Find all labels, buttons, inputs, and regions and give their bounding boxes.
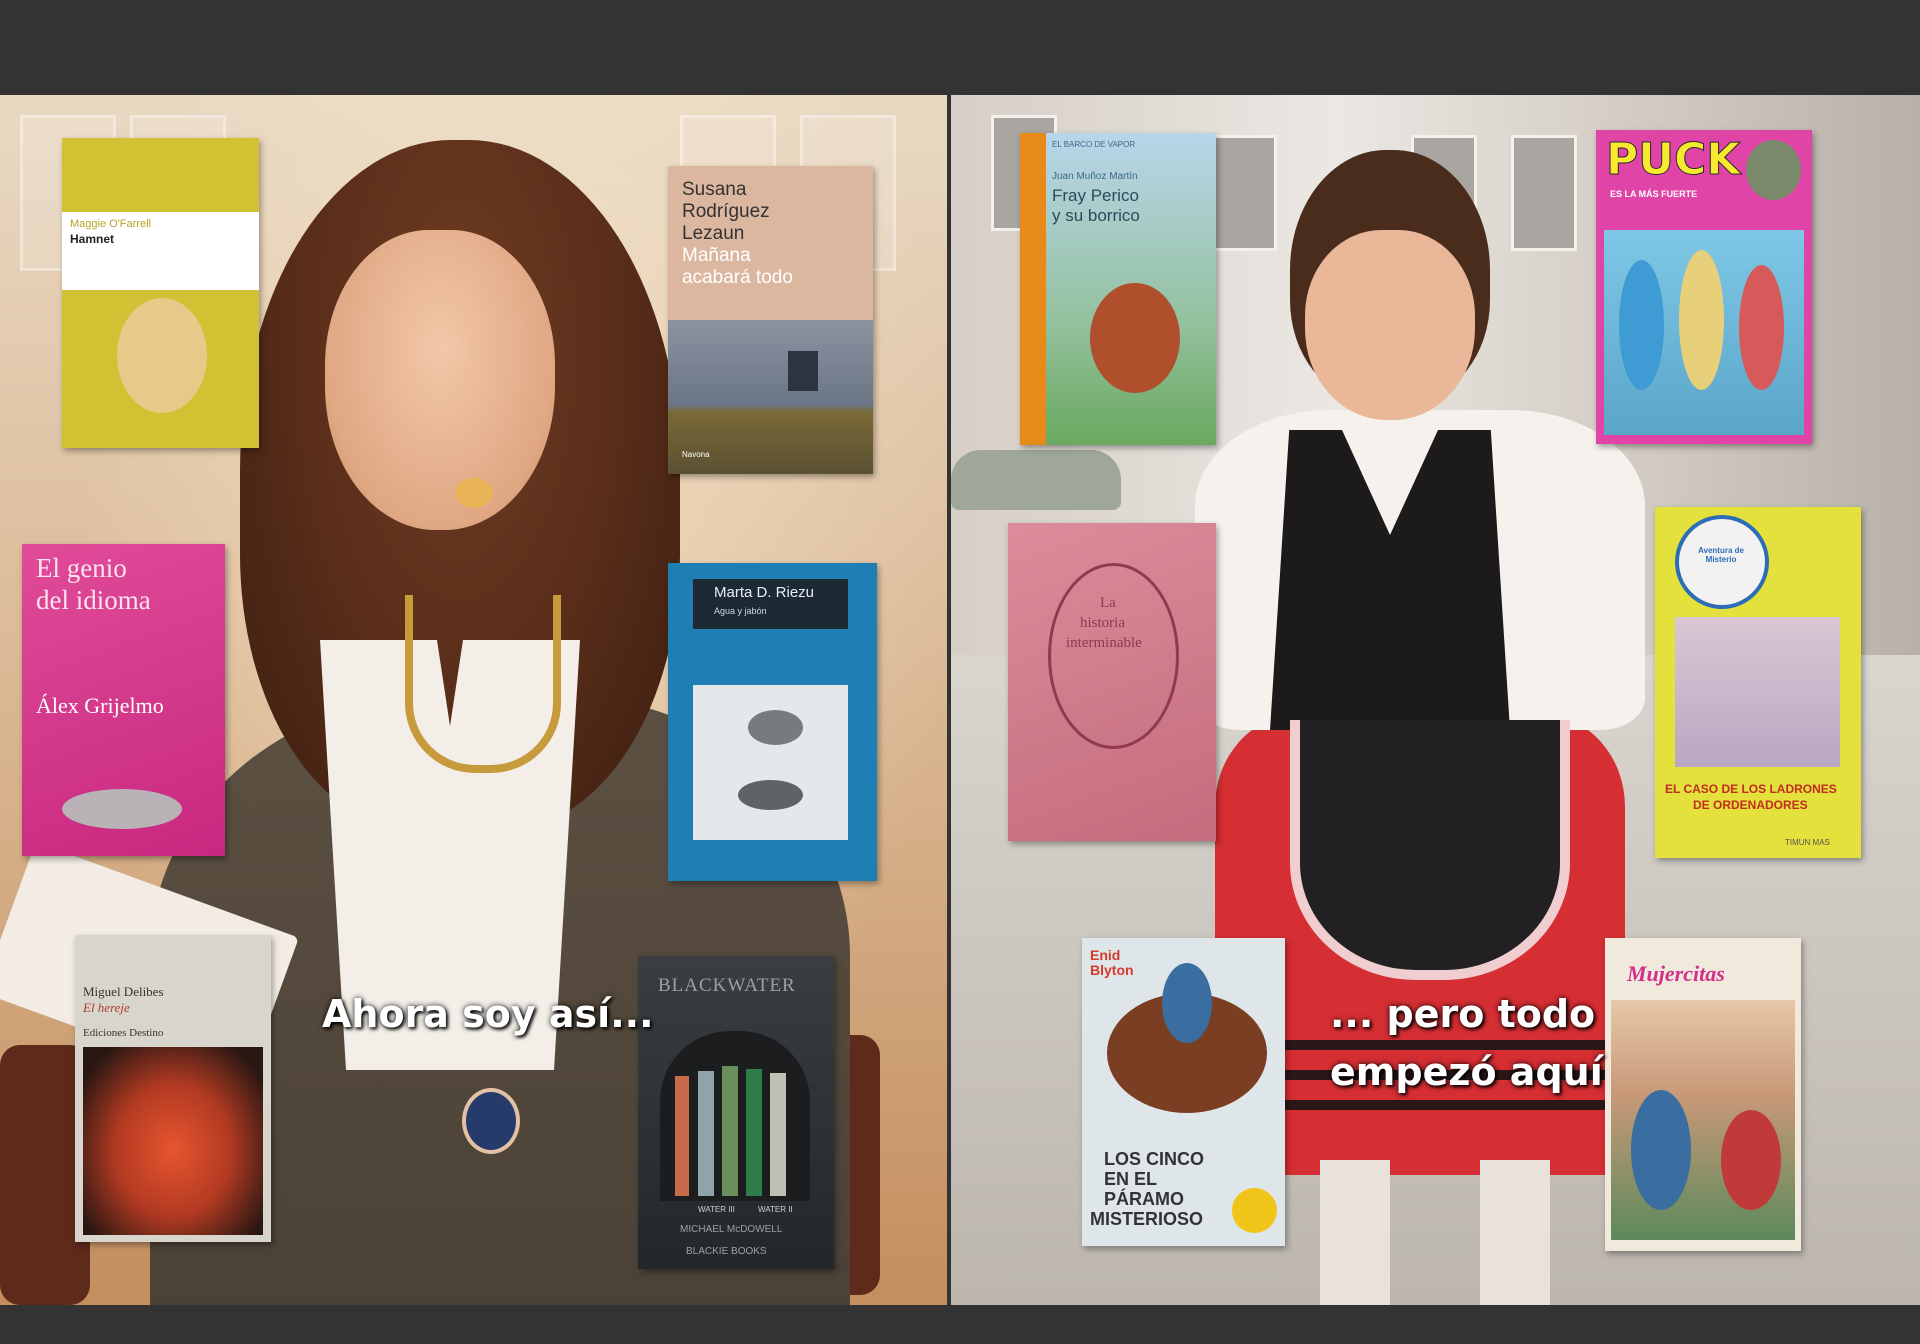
book-misterio-publisher: TIMUN MAS bbox=[1785, 838, 1830, 847]
book-blackwater-title: BLACKWATER bbox=[658, 975, 796, 996]
fish-icon bbox=[748, 710, 803, 745]
book-blackwater-spine-1: WATER III bbox=[698, 1205, 735, 1214]
caption-right-line-2: empezó aquí bbox=[1330, 1050, 1603, 1094]
book-cinco-title-2: EN EL bbox=[1104, 1169, 1158, 1189]
building-window bbox=[1511, 135, 1577, 251]
spine bbox=[746, 1069, 762, 1196]
wrist-watch bbox=[462, 1088, 520, 1154]
figure bbox=[1739, 265, 1784, 390]
car bbox=[951, 450, 1121, 510]
book-cinco-title-4: MISTERIOSO bbox=[1090, 1209, 1204, 1229]
book-hamnet-author: Maggie O'Farrell bbox=[70, 218, 151, 230]
book-manana-author-2: Rodríguez bbox=[682, 201, 770, 222]
fish-icon bbox=[738, 780, 803, 810]
book-hamnet-title: Hamnet bbox=[70, 232, 115, 246]
book-agua-author: Marta D. Riezu bbox=[714, 584, 815, 601]
caption-left: Ahora soy así... bbox=[322, 992, 654, 1036]
book-agua: Marta D. Riezu Agua y jabón bbox=[668, 563, 877, 881]
book-genio-author: Álex Grijelmo bbox=[36, 693, 164, 718]
building-window bbox=[1211, 135, 1277, 251]
lamp-icon bbox=[62, 789, 182, 829]
girl-leg bbox=[1480, 1160, 1550, 1305]
book-puck-subtitle: ES LA MÁS FUERTE bbox=[1610, 189, 1698, 199]
book-misterio-title-2: DE ORDENADORES bbox=[1693, 798, 1808, 812]
figure bbox=[1619, 260, 1664, 390]
book-puck: PUCK ES LA MÁS FUERTE bbox=[1596, 130, 1812, 444]
book-perico-author: Juan Muñoz Martín bbox=[1052, 171, 1138, 182]
book-cinco-title-1: LOS CINCO bbox=[1104, 1149, 1205, 1169]
book-hamnet: Maggie O'Farrell Hamnet bbox=[62, 138, 259, 448]
book-manana-title-1: Mañana bbox=[682, 245, 751, 266]
girl-face bbox=[1305, 230, 1475, 420]
book-manana-author-3: Lezaun bbox=[682, 223, 745, 244]
spine bbox=[770, 1073, 786, 1196]
fish-art bbox=[693, 685, 848, 840]
spine bbox=[675, 1076, 689, 1196]
spine bbox=[698, 1071, 714, 1196]
book-misterio: Aventura de Misterio EL CASO DE LOS LADR… bbox=[1655, 507, 1861, 858]
book-historia: La historia interminable bbox=[1008, 523, 1216, 841]
book-hereje-author: Miguel Delibes bbox=[83, 984, 164, 999]
book-blackwater-author: MICHAEL McDOWELL bbox=[680, 1224, 783, 1235]
book-manana-publisher: Navona bbox=[682, 450, 710, 459]
book-perico-spine bbox=[1020, 133, 1046, 445]
book-mujercitas: Mujercitas bbox=[1605, 938, 1801, 1251]
book-puck-title: PUCK bbox=[1605, 134, 1741, 185]
caption-right-line-1: ... pero todo bbox=[1330, 992, 1596, 1036]
rider-illustration bbox=[1162, 963, 1212, 1043]
woman-face bbox=[325, 230, 555, 530]
book-box-window bbox=[660, 1031, 810, 1201]
book-perico-title-1: Fray Perico bbox=[1052, 186, 1139, 205]
computer-illustration bbox=[1675, 617, 1840, 767]
sun-badge bbox=[1232, 1188, 1277, 1233]
book-misterio-title-1: EL CASO DE LOS LADRONES bbox=[1665, 782, 1837, 796]
portrait bbox=[1746, 140, 1801, 200]
book-manana: Susana Rodríguez Lezaun Mañana acabará t… bbox=[668, 166, 873, 474]
girl-apron bbox=[1290, 720, 1570, 980]
figure bbox=[1631, 1090, 1691, 1210]
book-blackwater-publisher: BLACKIE BOOKS bbox=[686, 1246, 767, 1257]
book-perico: EL BARCO DE VAPOR Juan Muñoz Martín Fray… bbox=[1020, 133, 1216, 445]
book-manana-title-2: acabará todo bbox=[682, 267, 793, 288]
microphone bbox=[455, 478, 493, 508]
house-silhouette bbox=[788, 351, 818, 391]
book-hereje-publisher: Ediciones Destino bbox=[83, 1027, 164, 1039]
book-blackwater: BLACKWATER WATER III WATER II MICHAEL Mc… bbox=[638, 956, 834, 1269]
portrait bbox=[117, 298, 207, 413]
book-manana-author-1: Susana bbox=[682, 179, 747, 200]
book-historia-title-2: historia bbox=[1080, 615, 1125, 631]
book-perico-title-2: y su borrico bbox=[1052, 206, 1140, 225]
woman-necklace bbox=[405, 595, 561, 773]
figure bbox=[1721, 1110, 1781, 1210]
book-agua-title: Agua y jabón bbox=[714, 606, 767, 616]
book-misterio-badge: Aventura de Misterio bbox=[1698, 546, 1744, 564]
spine bbox=[722, 1066, 738, 1196]
book-hereje-title: El hereje bbox=[83, 1000, 130, 1015]
book-cinco: Enid Blyton LOS CINCO EN EL PÁRAMO MISTE… bbox=[1082, 938, 1285, 1246]
book-hereje: Miguel Delibes El hereje Ediciones Desti… bbox=[75, 935, 271, 1242]
bicycle-illustration bbox=[1604, 230, 1804, 435]
book-genio-title-1: El genio bbox=[36, 553, 127, 583]
figure bbox=[1679, 250, 1724, 390]
book-blackwater-spine-2: WATER II bbox=[758, 1205, 793, 1214]
ornament-oval bbox=[1048, 563, 1179, 749]
book-historia-title-1: La bbox=[1100, 595, 1116, 611]
book-cinco-title-3: PÁRAMO bbox=[1104, 1189, 1184, 1209]
friar-illustration bbox=[1090, 283, 1180, 393]
book-genio-title-2: del idioma bbox=[36, 585, 151, 615]
book-historia-title-3: interminable bbox=[1066, 635, 1142, 651]
book-cinco-author: Enid Blyton bbox=[1090, 947, 1134, 979]
painting-art bbox=[83, 1047, 263, 1235]
book-perico-header: EL BARCO DE VAPOR bbox=[1052, 140, 1136, 149]
book-mujercitas-title: Mujercitas bbox=[1627, 961, 1725, 986]
book-genio: El genio del idioma Álex Grijelmo bbox=[22, 544, 225, 856]
girl-leg bbox=[1320, 1160, 1390, 1305]
girls-illustration bbox=[1611, 1000, 1795, 1240]
